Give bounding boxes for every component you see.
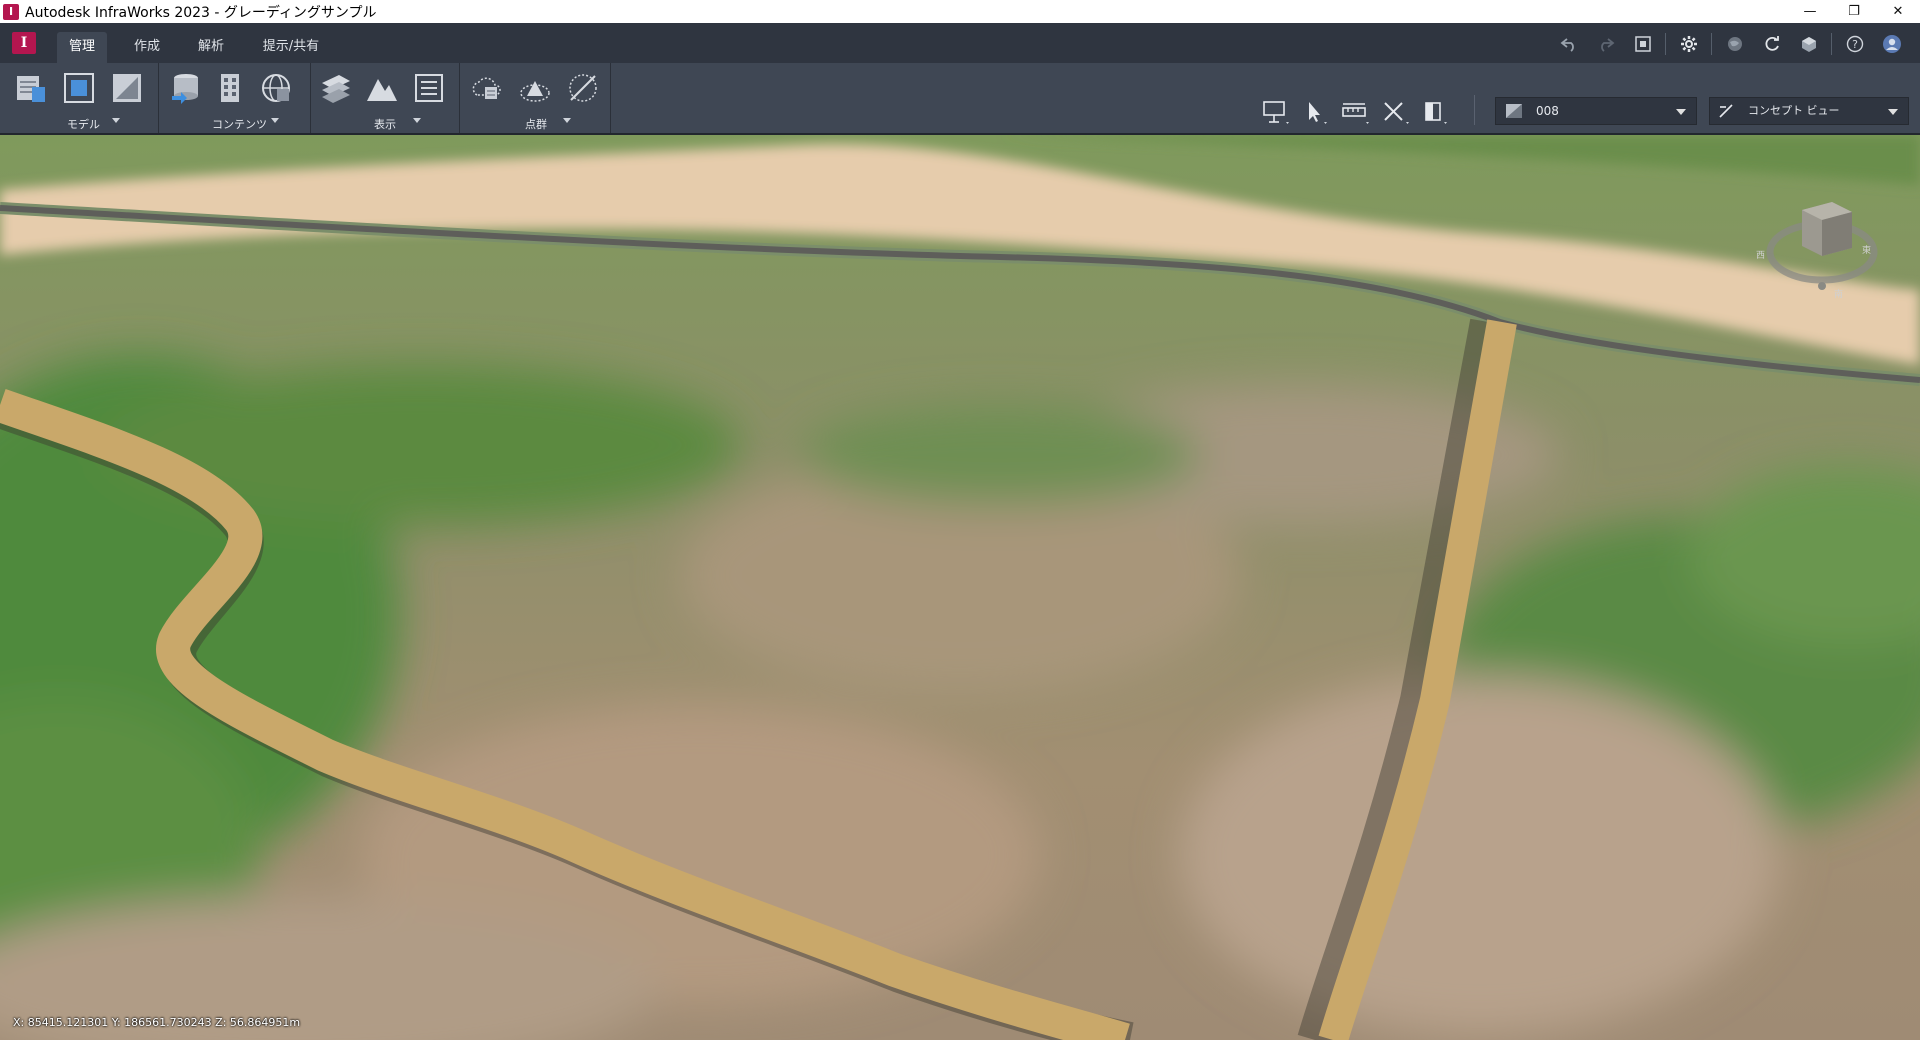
- infraworks-logo[interactable]: I: [12, 32, 36, 54]
- panel-label-display: 表示: [374, 118, 396, 131]
- compass-east-label: 東: [1862, 246, 1872, 256]
- scenario-value: 008: [1536, 104, 1559, 118]
- concept-view-icon: [1719, 104, 1733, 118]
- ribbon-panel-content: コンテンツ: [159, 63, 311, 133]
- panel-label-model: モデル: [67, 118, 100, 131]
- window-controls: — ❐ ✕: [1788, 0, 1920, 23]
- compass-south-label: 南: [1834, 290, 1844, 300]
- user-avatar-icon[interactable]: [1875, 31, 1908, 57]
- measure-icon[interactable]: [1340, 98, 1370, 126]
- restore-button[interactable]: ❐: [1832, 0, 1876, 23]
- tab-present-share[interactable]: 提示/共有: [252, 32, 330, 63]
- chevron-down-icon[interactable]: [413, 118, 421, 123]
- 3d-viewport[interactable]: 西 東 南: [0, 135, 1920, 1040]
- viewcube[interactable]: [1760, 190, 1885, 290]
- cloud-model-icon[interactable]: [1792, 31, 1825, 57]
- close-button[interactable]: ✕: [1876, 0, 1920, 23]
- proposal-icon: [1506, 104, 1522, 118]
- tab-bar: I 管理 作成 解析 提示/共有 ?: [0, 23, 1920, 63]
- tab-create[interactable]: 作成: [122, 32, 172, 63]
- window-title: Autodesk InfraWorks 2023 - グレーディングサンプル: [25, 4, 377, 21]
- chevron-down-icon[interactable]: [271, 118, 279, 123]
- view-mode-value: コンセプト ビュー: [1748, 104, 1840, 117]
- app-icon: I: [3, 3, 19, 20]
- surface-layers-icon[interactable]: [110, 71, 144, 105]
- model-view-icon[interactable]: [62, 71, 96, 105]
- undo-icon[interactable]: [1552, 31, 1585, 57]
- panel-label-point-cloud: 点群: [525, 118, 547, 131]
- split-view-icon[interactable]: [1420, 98, 1450, 126]
- chevron-down-icon[interactable]: [112, 118, 120, 123]
- terrain-theme-icon[interactable]: [365, 71, 399, 105]
- point-modify-icon[interactable]: [566, 71, 600, 105]
- quick-access-toolbar: ?: [1552, 31, 1908, 57]
- ribbon-panel-model: モデル: [0, 63, 159, 133]
- scenario-select[interactable]: 008: [1495, 97, 1697, 125]
- title-bar: I Autodesk InfraWorks 2023 - グレーディングサンプル…: [0, 0, 1920, 23]
- select-icon[interactable]: [1300, 98, 1330, 126]
- data-sources-icon[interactable]: [169, 71, 203, 105]
- sync-icon[interactable]: [1755, 31, 1788, 57]
- building-content-icon[interactable]: [213, 71, 247, 105]
- view-mode-select[interactable]: コンセプト ビュー: [1709, 97, 1909, 125]
- compass-west-label: 西: [1756, 251, 1766, 261]
- clip-icon[interactable]: [1380, 98, 1410, 126]
- settings-icon[interactable]: [1672, 31, 1705, 57]
- redo-icon[interactable]: [1589, 31, 1622, 57]
- chevron-down-icon[interactable]: [563, 118, 571, 123]
- chevron-down-icon: [1676, 109, 1686, 115]
- terrain-point-icon[interactable]: [518, 71, 552, 105]
- cursor-coordinates: X: 85415.121301 Y: 186561.730243 Z: 56.8…: [13, 1016, 301, 1029]
- help-icon[interactable]: ?: [1838, 31, 1871, 57]
- presentation-icon[interactable]: [1260, 98, 1290, 126]
- minimize-button[interactable]: —: [1788, 0, 1832, 23]
- model-properties-icon[interactable]: [14, 71, 48, 105]
- view-list-icon[interactable]: [412, 71, 446, 105]
- model-explorer-icon[interactable]: [259, 71, 293, 105]
- style-palette-icon[interactable]: [319, 71, 353, 105]
- fit-view-icon[interactable]: [1626, 31, 1659, 57]
- point-cloud-icon[interactable]: [469, 71, 503, 105]
- terrain-scene: [0, 135, 1920, 1040]
- ribbon: モデル コンテンツ 表示 点群 008 コンセプト ビュー: [0, 63, 1920, 135]
- chevron-down-icon: [1888, 109, 1898, 115]
- svg-text:?: ?: [1852, 38, 1858, 51]
- tab-analyze[interactable]: 解析: [186, 32, 236, 63]
- ribbon-panel-point-cloud: 点群: [460, 63, 611, 133]
- globe-icon[interactable]: [1718, 31, 1751, 57]
- ribbon-panel-display: 表示: [311, 63, 460, 133]
- panel-label-content: コンテンツ: [212, 118, 267, 131]
- tab-manage[interactable]: 管理: [57, 32, 107, 63]
